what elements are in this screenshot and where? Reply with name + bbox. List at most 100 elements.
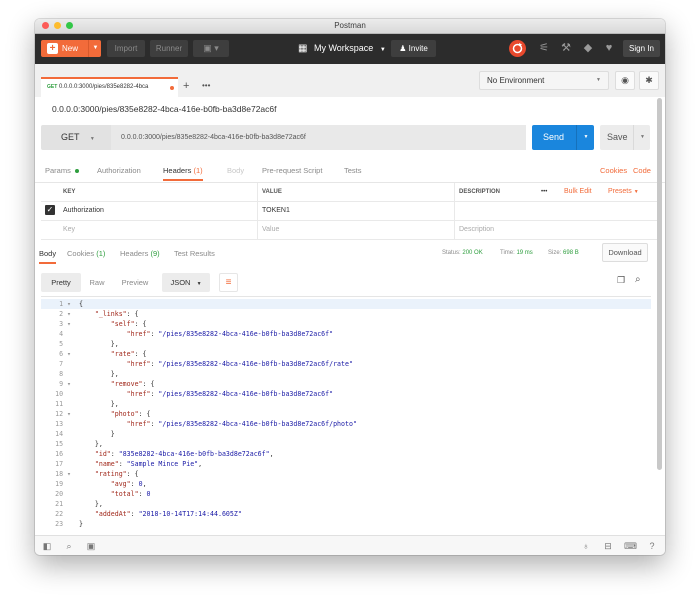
bulk-edit-button[interactable]: Bulk Edit [564, 183, 592, 201]
new-value-field[interactable]: Value [262, 221, 279, 239]
code-line: 13 "href": "/pies/835e8282-4bca-416e-b0f… [41, 419, 651, 429]
sync-icon[interactable] [509, 40, 526, 57]
tab-body[interactable]: Body [227, 162, 244, 179]
new-description-field[interactable]: Description [459, 221, 494, 239]
code-line: 6 ▾ "rate": { [41, 349, 651, 359]
chevron-down-icon: ▼ [89, 136, 95, 142]
bell-icon[interactable]: ◆ [581, 41, 595, 55]
format-select[interactable]: JSON ▼ [162, 273, 210, 292]
search-icon[interactable]: ⌕ [635, 274, 641, 285]
new-dropdown-arrow[interactable]: ▼ [88, 40, 102, 57]
time-label: Time: [500, 250, 515, 256]
tab-authorization[interactable]: Authorization [97, 162, 141, 179]
environment-select[interactable]: No Environment ▼ [479, 71, 609, 90]
response-body-editor[interactable]: 1 ▾{2 ▾ "_links": {3 ▾ "self": {4 "href"… [41, 296, 651, 529]
sidebar-toggle-icon[interactable]: ◧ [41, 540, 53, 552]
send-button[interactable]: Send ▼ [532, 125, 594, 150]
line-number: 4 [59, 330, 71, 338]
eye-icon[interactable]: ◉ [615, 71, 635, 90]
column-description: DESCRIPTION [459, 189, 501, 195]
workspace-switcher[interactable]: ▦ My Workspace ▼ [298, 41, 386, 58]
header-value-field[interactable]: TOKEN1 [262, 202, 290, 220]
layout-icon[interactable]: ⊟ [602, 540, 614, 552]
code-line: 19 "avg": 0, [41, 479, 651, 489]
tab-response-cookies[interactable]: Cookies (1) [67, 245, 105, 262]
preview-button[interactable]: Preview [117, 273, 153, 292]
scrollbar[interactable] [657, 98, 662, 470]
tab-tests[interactable]: Tests [344, 162, 362, 179]
request-title: 0.0.0.0:3000/pies/835e8282-4bca-416e-b0f… [52, 104, 277, 114]
download-button[interactable]: Download [602, 243, 648, 262]
pretty-button[interactable]: Pretty [41, 273, 81, 292]
code-line: 10 "href": "/pies/835e8282-4bca-416e-b0f… [41, 389, 651, 399]
send-dropdown-arrow[interactable]: ▼ [576, 125, 595, 150]
code-link[interactable]: Code [633, 162, 651, 179]
line-number: 2 ▾ [59, 310, 71, 318]
line-number: 1 ▾ [59, 300, 71, 308]
copy-icon[interactable]: ❐ [617, 275, 625, 286]
save-button[interactable]: Save ▼ [600, 125, 650, 150]
line-number: 10 [55, 390, 71, 398]
new-key-field[interactable]: Key [63, 221, 75, 239]
wrench-icon[interactable]: ⚒ [559, 41, 573, 55]
line-number: 14 [55, 430, 71, 438]
sign-in-button[interactable]: Sign In [623, 40, 660, 57]
environment-label: No Environment [487, 76, 545, 85]
header-key-field[interactable]: Authorization [63, 202, 104, 220]
tab-response-body[interactable]: Body [39, 245, 57, 264]
satellite-icon[interactable]: ⚟ [537, 41, 551, 55]
add-tab-button[interactable]: + [183, 80, 189, 92]
runner-button[interactable]: Runner [150, 40, 188, 57]
code-line: 18 ▾ "rating": { [41, 469, 651, 479]
chevron-down-icon: ▼ [596, 77, 601, 83]
tab-bar: GET 0.0.0.0:3000/pies/835e8282-4bca + ••… [35, 64, 665, 97]
line-number: 23 [55, 520, 71, 528]
presets-dropdown[interactable]: Presets ▼ [608, 183, 639, 201]
keyboard-shortcuts-icon[interactable]: ⌨ [624, 540, 637, 552]
code-line: 5 }, [41, 339, 651, 349]
raw-button[interactable]: Raw [85, 273, 109, 292]
line-number: 17 [55, 460, 71, 468]
response-status: Status: 200 OK [442, 245, 483, 262]
gear-icon[interactable]: ✱ [639, 71, 659, 90]
line-number: 6 ▾ [59, 350, 71, 358]
save-dropdown-arrow[interactable]: ▼ [633, 125, 651, 150]
help-icon[interactable]: ? [646, 540, 658, 552]
url-input[interactable]: 0.0.0.0:3000/pies/835e8282-4bca-416e-b0f… [111, 125, 526, 150]
header-enabled-checkbox[interactable]: ✓ [45, 205, 55, 215]
console-icon[interactable]: ▣ [85, 540, 97, 552]
code-text: "rate": { [110, 350, 147, 358]
code-line: 15 }, [41, 439, 651, 449]
tab-params[interactable]: Params [45, 162, 79, 179]
tab-response-headers[interactable]: Headers (9) [120, 245, 160, 262]
new-button[interactable]: + New ▼ [41, 40, 101, 57]
table-row: Key Value Description [41, 221, 659, 240]
line-number: 20 [55, 490, 71, 498]
wrap-lines-icon[interactable]: ≡ [219, 273, 238, 292]
invite-button[interactable]: ♟ Invite [391, 40, 436, 57]
bootcamp-icon[interactable]: ♁ [580, 540, 592, 552]
tab-options-button[interactable]: ••• [202, 81, 210, 90]
code-line: 11 }, [41, 399, 651, 409]
presets-label: Presets [608, 188, 632, 195]
request-tab[interactable]: GET 0.0.0.0:3000/pies/835e8282-4bca [41, 77, 178, 97]
find-icon[interactable]: ⌕ [63, 540, 75, 552]
code-line: 22 "addedAt": "2018-10-14T17:14:44.605Z" [41, 509, 651, 519]
more-options-button[interactable]: ••• [541, 183, 547, 201]
code-text: }, [79, 340, 119, 348]
code-text: "href": "/pies/835e8282-4bca-416e-b0fb-b… [126, 330, 334, 338]
method-select[interactable]: GET ▼ [41, 125, 111, 150]
tab-test-results[interactable]: Test Results [174, 245, 215, 262]
cookies-link[interactable]: Cookies [600, 162, 627, 179]
code-text: "name": "Sample Mince Pie", [94, 460, 203, 468]
code-text: "href": "/pies/835e8282-4bca-416e-b0fb-b… [126, 360, 353, 368]
column-key: KEY [63, 189, 76, 195]
status-bar: ◧ ⌕ ▣ ♁ ⊟ ⌨ ? [35, 535, 665, 555]
tab-headers[interactable]: Headers (1) [163, 162, 203, 181]
column-value: VALUE [262, 189, 282, 195]
heart-icon[interactable]: ♥ [602, 41, 616, 55]
postman-window: Postman + New ▼ Import Runner ▣ ▾ ▦ My W… [35, 19, 665, 555]
tab-prerequest-script[interactable]: Pre-request Script [262, 162, 322, 179]
import-button[interactable]: Import [107, 40, 145, 57]
new-window-button[interactable]: ▣ ▾ [193, 40, 229, 57]
